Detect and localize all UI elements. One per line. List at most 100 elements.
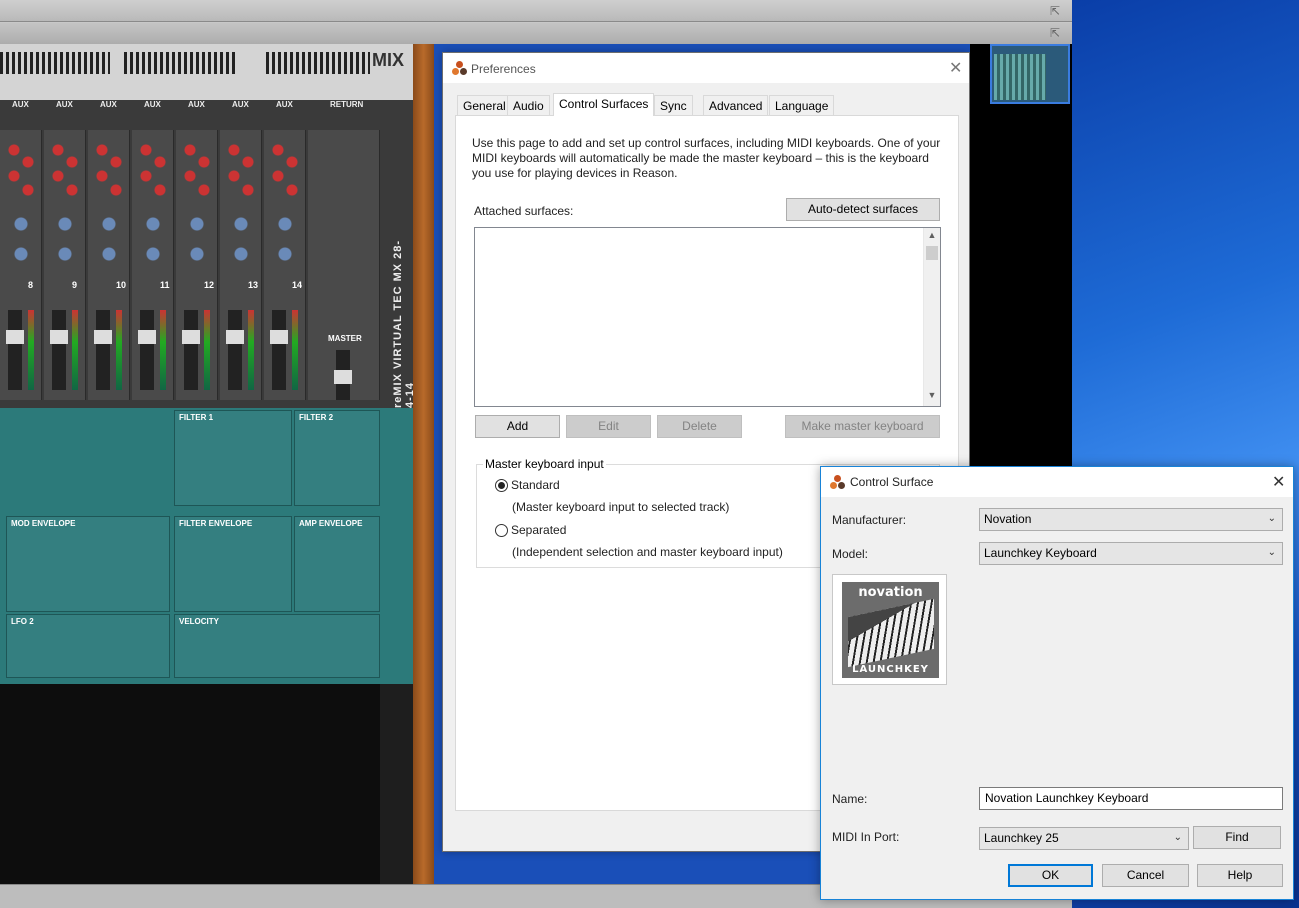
name-input[interactable]: Novation Launchkey Keyboard [979, 787, 1283, 810]
control-surface-titlebar: Control Surface ✕ [821, 467, 1293, 497]
channel-fader[interactable] [226, 310, 244, 390]
channel-fader[interactable] [94, 310, 112, 390]
reason-app-icon [451, 60, 467, 76]
rack-header: MIX [0, 44, 413, 100]
cancel-button[interactable]: Cancel [1102, 864, 1189, 887]
edit-button[interactable]: Edit [566, 415, 651, 438]
manufacturer-select[interactable]: Novation ⌄ [979, 508, 1283, 531]
rack-navigator-thumbnail[interactable] [990, 44, 1070, 104]
tab-audio[interactable]: Audio [507, 95, 550, 115]
standard-radio[interactable] [495, 479, 508, 492]
midi-in-port-label: MIDI In Port: [832, 830, 900, 844]
channel-fader[interactable] [6, 310, 24, 390]
synth-section-title: FILTER 1 [179, 413, 214, 422]
aux-send-knobs[interactable] [224, 138, 258, 198]
tab-language[interactable]: Language [769, 95, 835, 115]
channel-fader[interactable] [182, 310, 200, 390]
eq-knobs[interactable] [268, 210, 302, 276]
rack-rail [380, 684, 413, 884]
channel-fader[interactable] [270, 310, 288, 390]
rack-vent [266, 52, 370, 74]
separated-radio[interactable] [495, 524, 508, 537]
eq-knobs[interactable] [92, 210, 126, 276]
return-label: RETURN [330, 100, 364, 109]
scroll-down-icon[interactable]: ▼ [924, 390, 940, 404]
mixer-channel-strip[interactable]: 10 [88, 130, 130, 400]
make-master-keyboard-button[interactable]: Make master keyboard [785, 415, 940, 438]
aux-send-knobs[interactable] [268, 138, 302, 198]
channel-meter [72, 310, 78, 390]
channel-meter [204, 310, 210, 390]
scroll-thumb[interactable] [926, 246, 938, 260]
model-label: Model: [832, 547, 869, 561]
expand-icon[interactable]: ⇱ [1050, 4, 1060, 18]
launchkey-product-image: novation LAUNCHKEY [842, 582, 939, 678]
tab-general[interactable]: General [457, 95, 512, 115]
mixer-channel-strip[interactable]: 14 [264, 130, 306, 400]
navigator-mini-rack [994, 54, 1046, 100]
synth-section-title: VELOCITY [179, 617, 220, 626]
intro-text: Use this page to add and set up control … [472, 136, 941, 180]
filter-2-panel: FILTER 2 [294, 410, 380, 506]
rack-navigator-area [970, 44, 1072, 468]
help-button[interactable]: Help [1197, 864, 1283, 887]
channel-fader[interactable] [138, 310, 156, 390]
add-button[interactable]: Add [475, 415, 560, 438]
eq-knobs[interactable] [4, 210, 38, 276]
manufacturer-value: Novation [984, 512, 1032, 526]
model-value: Launchkey Keyboard [984, 546, 1097, 560]
mod-envelope-panel: MOD ENVELOPE [6, 516, 170, 612]
channel-fader[interactable] [50, 310, 68, 390]
find-button[interactable]: Find [1193, 826, 1281, 849]
keyboard-picture [848, 598, 934, 668]
aux-label: AUX [100, 100, 117, 109]
eq-knobs[interactable] [224, 210, 258, 276]
ok-button[interactable]: OK [1008, 864, 1093, 887]
channel-number: 12 [204, 280, 215, 290]
eq-knobs[interactable] [136, 210, 170, 276]
control-surface-dialog: Control Surface ✕ Manufacturer: Novation… [820, 466, 1294, 900]
standard-label[interactable]: Standard [511, 478, 560, 492]
tab-sync[interactable]: Sync [654, 95, 693, 115]
close-icon[interactable]: ✕ [1272, 474, 1285, 490]
midi-in-port-select[interactable]: Launchkey 25 ⌄ [979, 827, 1189, 850]
mixer-channel-strip[interactable]: 8 [0, 130, 42, 400]
master-fader[interactable] [334, 350, 352, 400]
aux-send-knobs[interactable] [92, 138, 126, 198]
delete-button[interactable]: Delete [657, 415, 742, 438]
rack-empty-area [0, 684, 413, 884]
auto-detect-button[interactable]: Auto-detect surfaces [786, 198, 940, 221]
aux-label: AUX [232, 100, 249, 109]
model-select[interactable]: Launchkey Keyboard ⌄ [979, 542, 1283, 565]
expand-icon-2[interactable]: ⇱ [1050, 26, 1060, 40]
separated-label[interactable]: Separated [511, 523, 566, 537]
synth-section-title: FILTER 2 [299, 413, 334, 422]
eq-knobs[interactable] [48, 210, 82, 276]
mixer-channel-strip[interactable]: 11 [132, 130, 174, 400]
eq-knobs[interactable] [180, 210, 214, 276]
scroll-up-icon[interactable]: ▲ [924, 230, 940, 244]
attached-surfaces-list[interactable]: ▲ ▼ [474, 227, 941, 407]
mixer-channel-strip[interactable]: 13 [220, 130, 262, 400]
tab-advanced[interactable]: Advanced [703, 95, 769, 115]
mixer-channel-strip[interactable]: 9 [44, 130, 86, 400]
aux-label: AUX [144, 100, 161, 109]
aux-send-knobs[interactable] [136, 138, 170, 198]
velocity-panel: VELOCITY [174, 614, 380, 678]
reason-toolbar: ⇱ ⇱ [0, 0, 1072, 44]
channel-meter [116, 310, 122, 390]
tab-control-surfaces[interactable]: Control Surfaces [553, 93, 655, 116]
channel-meter [248, 310, 254, 390]
aux-send-knobs[interactable] [48, 138, 82, 198]
aux-send-knobs[interactable] [180, 138, 214, 198]
list-scrollbar[interactable]: ▲ ▼ [923, 228, 940, 406]
channel-number: 9 [72, 280, 78, 290]
channel-meter [28, 310, 34, 390]
separated-description: (Independent selection and master keyboa… [512, 545, 783, 559]
manufacturer-label: Manufacturer: [832, 513, 907, 527]
preferences-titlebar: Preferences ✕ [443, 53, 969, 83]
close-icon[interactable]: ✕ [949, 60, 962, 76]
master-strip[interactable]: MASTER [308, 130, 380, 400]
aux-send-knobs[interactable] [4, 138, 38, 198]
mixer-channel-strip[interactable]: 12 [176, 130, 218, 400]
